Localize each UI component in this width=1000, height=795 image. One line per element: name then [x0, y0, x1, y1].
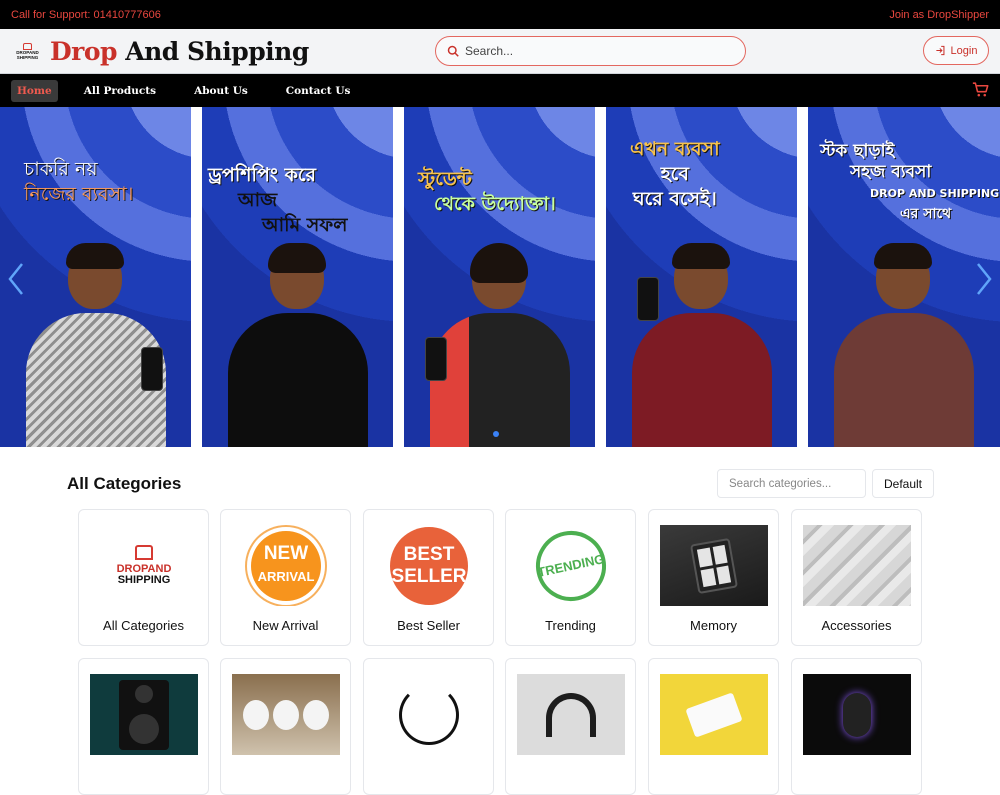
category-card-accessories[interactable]: Accessories	[791, 509, 922, 646]
categories-header: All Categories Default	[67, 468, 934, 498]
slide-2-line-2: আজ	[238, 189, 278, 211]
slide-2[interactable]: ড্রপশিপিং করে আজ আমি সফল	[202, 107, 393, 447]
cart-icon[interactable]	[972, 82, 989, 98]
category-card-all[interactable]: DROPAND SHIPPING All Categories	[78, 509, 209, 646]
category-card[interactable]	[505, 658, 636, 795]
search-input[interactable]	[465, 44, 725, 58]
support-phone[interactable]: Call for Support: 01410777606	[11, 9, 161, 21]
router-photo	[660, 674, 768, 755]
slide-3[interactable]: স্টুডেন্ট থেকে উদ্যোক্তা।	[404, 107, 595, 447]
drop-and-shipping-logo-icon: DROPAND SHIPPING	[90, 525, 198, 606]
brand-part-1: Drop	[50, 36, 118, 66]
category-card[interactable]	[78, 658, 209, 795]
category-card-trending[interactable]: TRENDING Trending	[505, 509, 636, 646]
slide-5-line-3: DROP AND SHIPPING	[870, 187, 1000, 200]
nav-home[interactable]: Home	[11, 79, 58, 102]
join-dropshipper-link[interactable]: Join as DropShipper	[889, 9, 989, 21]
category-label: Accessories	[821, 618, 892, 633]
slide-4-line-2: হবে	[660, 163, 689, 185]
category-label: Best Seller	[397, 618, 460, 633]
main-nav: Home All Products About Us Contact Us	[0, 74, 1000, 107]
security-camera-photo	[232, 674, 340, 755]
person-photo	[627, 243, 777, 447]
category-card[interactable]	[363, 658, 494, 795]
slide-3-line-1: স্টুডেন্ট	[418, 168, 472, 190]
slide-5[interactable]: স্টক ছাড়াই সহজ ব্যবসা DROP AND SHIPPING…	[808, 107, 1000, 447]
category-card-memory[interactable]: Memory	[648, 509, 779, 646]
slide-1-line-1: চাকরি নয়	[24, 158, 98, 180]
person-photo	[424, 243, 575, 447]
categories-title: All Categories	[67, 474, 182, 493]
best-seller-badge-icon: BEST SELLER	[375, 525, 483, 606]
search-icon	[447, 45, 459, 57]
headphone-photo	[517, 674, 625, 755]
person-photo	[223, 243, 373, 447]
slide-5-line-2: সহজ ব্যবসা	[850, 162, 932, 182]
neckband-earphone-photo	[375, 674, 483, 755]
slider-prev-arrow-icon[interactable]	[6, 262, 26, 296]
nav-contact-us[interactable]: Contact Us	[280, 80, 357, 102]
category-card-new-arrival[interactable]: NEW ARRIVAL New Arrival	[220, 509, 351, 646]
gaming-mouse-photo	[803, 674, 911, 755]
category-label: Memory	[690, 618, 737, 633]
nav-all-products[interactable]: All Products	[78, 80, 162, 102]
memory-card-photo	[660, 525, 768, 606]
slide-3-line-2: থেকে উদ্যোক্তা।	[434, 193, 556, 215]
person-photo	[21, 243, 171, 447]
slide-4-line-3: ঘরে বসেই।	[632, 188, 717, 210]
hero-slider: চাকরি নয় নিজের ব্যবসা। ড্রপশিপিং করে আজ…	[0, 107, 1000, 447]
site-header: DROPAND SHIPPING Drop And Shipping Login	[0, 29, 1000, 74]
speaker-photo	[90, 674, 198, 755]
category-sort-select[interactable]: Default	[872, 469, 934, 498]
slide-5-line-4: এর সাথে	[900, 206, 952, 222]
search-bar[interactable]	[435, 36, 746, 66]
category-label: Trending	[545, 618, 596, 633]
slide-2-line-1: ড্রপশিপিং করে	[208, 164, 317, 186]
category-card-best-seller[interactable]: BEST SELLER Best Seller	[363, 509, 494, 646]
category-label: New Arrival	[252, 618, 319, 633]
slide-1[interactable]: চাকরি নয় নিজের ব্যবসা।	[0, 107, 191, 447]
slide-2-line-3: আমি সফল	[262, 214, 348, 236]
login-label: Login	[950, 44, 978, 57]
category-card[interactable]	[648, 658, 779, 795]
new-arrival-badge-icon: NEW ARRIVAL	[232, 525, 340, 606]
nav-about-us[interactable]: About Us	[188, 80, 254, 102]
trending-stamp-icon: TRENDING	[517, 525, 625, 606]
login-icon	[935, 45, 944, 56]
slide-4[interactable]: এখন ব্যবসা হবে ঘরে বসেই।	[606, 107, 797, 447]
slide-5-line-1: স্টক ছাড়াই	[820, 141, 895, 161]
brand-part-2: And Shipping	[125, 36, 309, 66]
brand-title[interactable]: Drop And Shipping	[50, 37, 309, 66]
slider-dot[interactable]	[493, 431, 499, 437]
category-search-input[interactable]	[717, 469, 866, 498]
category-label: All Categories	[103, 618, 184, 633]
login-button[interactable]: Login	[923, 36, 989, 65]
person-photo	[829, 243, 979, 447]
category-card[interactable]	[791, 658, 922, 795]
logo-icon[interactable]: DROPAND SHIPPING	[15, 40, 40, 62]
slide-1-line-2: নিজের ব্যবসা।	[24, 183, 134, 205]
accessories-photo	[803, 525, 911, 606]
slide-4-line-1: এখন ব্যবসা	[630, 138, 720, 160]
slider-next-arrow-icon[interactable]	[974, 262, 994, 296]
top-bar: Call for Support: 01410777606 Join as Dr…	[0, 0, 1000, 29]
category-card[interactable]	[220, 658, 351, 795]
